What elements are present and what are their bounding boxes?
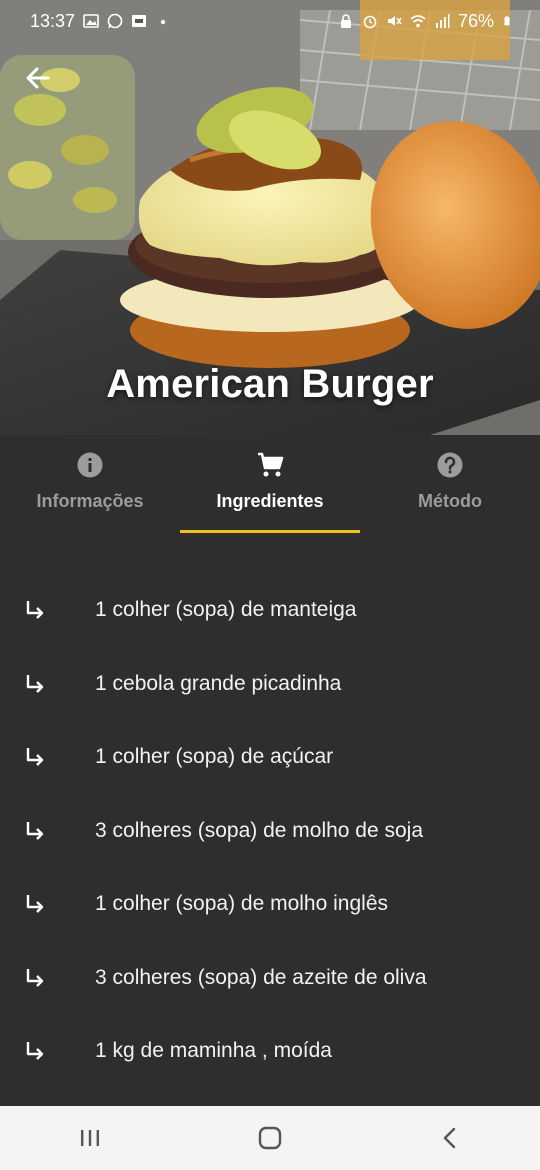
active-tab-indicator	[180, 530, 360, 533]
ingredient-text: 1 cebola grande picadinha	[95, 671, 342, 695]
list-item: 1 colher (sopa) de molho inglês	[0, 867, 540, 941]
recipe-title: American Burger	[106, 362, 434, 406]
subdirectory-arrow-icon	[26, 674, 44, 693]
cast-icon	[132, 15, 147, 27]
status-bar: 13:37 76%	[0, 0, 540, 42]
subdirectory-arrow-icon	[26, 895, 44, 913]
back-nav-icon	[443, 1127, 456, 1149]
recipe-hero-image: 13:37 76% American Burger	[0, 0, 540, 435]
tab-metodo-label: Método	[418, 491, 482, 511]
tab-ingredientes-label: Ingredientes	[216, 491, 324, 511]
ingredient-text: 1 colher (sopa) de manteiga	[95, 598, 357, 621]
list-item: 1 colher (sopa) de manteiga	[0, 573, 540, 647]
image-icon	[83, 14, 99, 28]
subdirectory-arrow-icon	[26, 748, 44, 766]
list-item: 3 colheres (sopa) de molho de soja	[0, 794, 540, 868]
ingredient-text: 1 colher (sopa) de açúcar	[95, 745, 334, 768]
list-item: 1 kg de maminha , moída	[0, 1014, 540, 1088]
tab-informacoes-label: Informações	[36, 491, 144, 511]
tab-metodo[interactable]: Método	[360, 435, 540, 533]
ingredient-text: 3 colheres (sopa) de molho de soja	[95, 818, 424, 842]
back-nav-button[interactable]	[430, 1118, 470, 1158]
tab-informacoes[interactable]: Informações	[0, 435, 180, 533]
help-icon	[437, 452, 463, 478]
battery-icon	[504, 16, 510, 26]
tab-ingredientes[interactable]: Ingredientes	[180, 435, 360, 533]
home-icon	[258, 1126, 282, 1150]
ingredient-text: 1 kg de maminha , moída	[95, 1039, 332, 1062]
battery-percent: 76%	[457, 10, 494, 31]
wifi-icon	[410, 15, 426, 28]
info-icon	[77, 452, 103, 478]
list-item: 1 colher (sopa) de açúcar	[0, 720, 540, 794]
list-item: 1 cebola grande picadinha	[0, 647, 540, 721]
cart-icon	[258, 452, 284, 477]
recipe-tabs: Informações Ingredientes Método	[0, 435, 540, 533]
recents-icon	[81, 1130, 99, 1146]
system-navigation-bar	[0, 1106, 540, 1170]
back-arrow-icon[interactable]	[22, 62, 54, 94]
lock-icon	[340, 14, 351, 28]
subdirectory-arrow-icon	[26, 821, 44, 840]
signal-icon	[435, 14, 450, 28]
recents-button[interactable]	[70, 1118, 110, 1158]
home-button[interactable]	[250, 1118, 290, 1158]
subdirectory-arrow-icon	[26, 601, 44, 619]
ingredient-text: 1 colher (sopa) de molho inglês	[95, 892, 388, 915]
status-time: 13:37	[30, 10, 76, 31]
list-item: 3 colheres (sopa) de azeite de oliva	[0, 941, 540, 1015]
subdirectory-arrow-icon	[26, 1042, 44, 1060]
ingredient-text: 3 colheres (sopa) de azeite de oliva	[95, 965, 427, 989]
mute-icon	[387, 16, 402, 26]
whatsapp-icon	[107, 13, 123, 29]
ingredient-list: 1 colher (sopa) de manteiga 1 cebola gra…	[0, 573, 540, 1088]
dot-icon	[160, 19, 166, 25]
alarm-icon	[363, 15, 377, 29]
subdirectory-arrow-icon	[26, 968, 44, 987]
